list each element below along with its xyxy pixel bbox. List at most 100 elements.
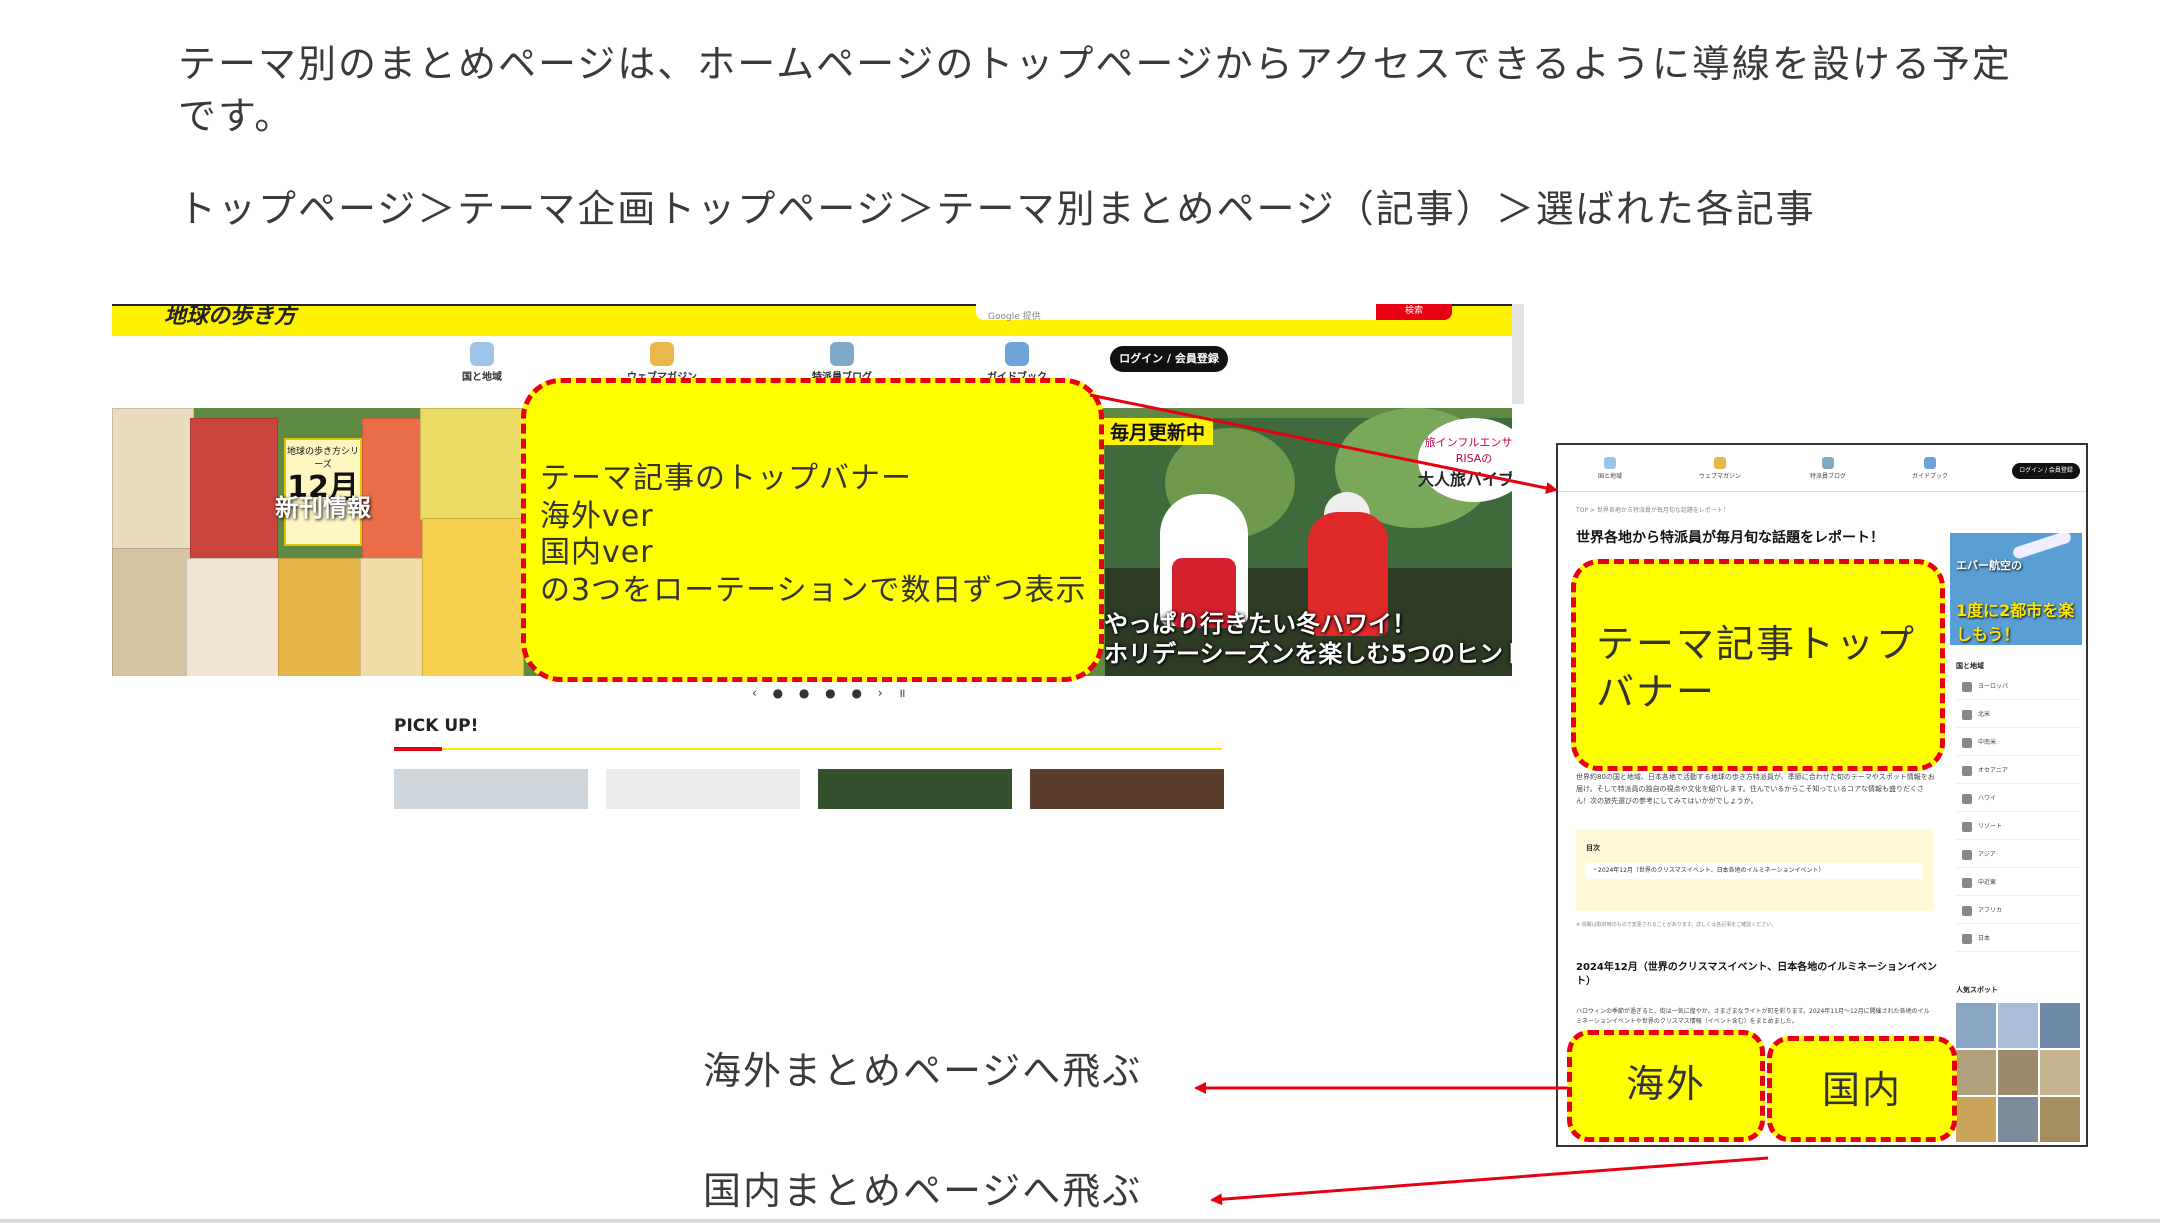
side-item-north-america[interactable]: 北米 — [1956, 703, 2080, 728]
book-icon — [1924, 457, 1936, 469]
nav-web-magazine[interactable]: ウェブマガジン — [617, 342, 707, 383]
book-cover — [278, 558, 366, 676]
nav-correspondent-blog[interactable]: 特派員ブログ — [1798, 457, 1858, 480]
intro-text: テーマ別のまとめページは、ホームページのトップページからアクセスできるように導線… — [178, 42, 2012, 138]
nav-label: 特派員ブログ — [1809, 473, 1846, 480]
side-item-resort[interactable]: リゾート — [1956, 815, 2080, 840]
nav-label: ウェブマガジン — [1698, 473, 1741, 480]
intro-paragraph: 世界約80の国と地域、日本各地で活動する地球の歩き方特派員が、季節に合わせた旬の… — [1576, 773, 1935, 805]
spot-thumbnail[interactable] — [1956, 1003, 1996, 1048]
navigation-flow-text: トップページ＞テーマ企画トップページ＞テーマ別まとめページ（記事）＞選ばれた各記… — [178, 187, 1816, 231]
side-item-label: 中南米 — [1978, 739, 1997, 746]
pickup-thumbnail[interactable] — [606, 769, 800, 809]
side-item-asia[interactable]: アジア — [1956, 843, 2080, 868]
region-icon — [1962, 933, 1972, 944]
region-icon — [1962, 905, 1972, 916]
book-cover — [112, 408, 194, 550]
spot-thumbnail[interactable] — [1998, 1097, 2038, 1142]
book-cover — [112, 548, 194, 676]
pickup-heading: PICK UP! — [394, 716, 479, 736]
magazine-icon — [1714, 457, 1726, 469]
section-paragraph: ハロウィンの季節が過ぎると、街は一気に煌やか。さまざまなライトが町を彩ります。2… — [1576, 1008, 1930, 1025]
side-item-oceania[interactable]: オセアニア — [1956, 759, 2080, 784]
side-item-label: 日本 — [1978, 935, 1991, 942]
carousel-controls[interactable]: ‹ ● ● ● ● › ॥ — [752, 684, 912, 701]
update-label: 毎月更新中 — [1102, 418, 1214, 445]
pickup-accent — [394, 747, 442, 751]
domestic-jump-label: 国内まとめページへ飛ぶ — [703, 1169, 1143, 1213]
airplane-icon — [2011, 533, 2073, 560]
nav-label: 国と地域 — [462, 372, 502, 383]
nav-label: ガイドブック — [1911, 473, 1948, 480]
nav-web-magazine[interactable]: ウェブマガジン — [1690, 457, 1750, 480]
spot-thumbnail[interactable] — [1956, 1050, 1996, 1095]
blog-icon — [1822, 457, 1834, 469]
region-icon — [1962, 765, 1972, 776]
breadcrumb[interactable]: TOP > 世界各地から特派員が毎月旬な話題をレポート！ — [1576, 505, 1729, 514]
pickup-thumbnail[interactable] — [394, 769, 588, 809]
callout-line: の3つをローテーションで数日ずつ表示 — [540, 573, 1087, 608]
bottom-rule — [0, 1219, 2160, 1223]
side-item-label: オセアニア — [1978, 767, 2008, 774]
magazine-icon — [650, 342, 674, 366]
theme-banner-callout: テーマ記事トップバナー — [1571, 559, 1945, 771]
region-icon — [1962, 849, 1972, 860]
region-icon — [1962, 737, 1972, 748]
nav-countries[interactable]: 国と地域 — [437, 342, 527, 383]
scrollbar[interactable] — [1512, 304, 1524, 404]
influencer-badge: 旅インフルエンサー RISAの 大人旅バイブル — [1418, 418, 1512, 502]
search-placeholder: Google 提供 — [988, 312, 1041, 322]
spot-thumbnail[interactable] — [1956, 1097, 1996, 1142]
region-icon — [1962, 793, 1972, 804]
toc-link[interactable]: ・2024年12月（世界のクリスマスイベント、日本各地のイルミネーションイベント… — [1586, 863, 1922, 879]
login-button[interactable]: ログイン / 会員登録 — [2012, 463, 2080, 479]
spot-thumbnail[interactable] — [2040, 1003, 2080, 1048]
region-icon — [1962, 709, 1972, 720]
popular-spots-grid — [1956, 1003, 2080, 1143]
book-cover — [186, 558, 284, 676]
overseas-jump-label: 海外まとめページへ飛ぶ — [703, 1049, 1143, 1093]
toc-heading: 目次 — [1586, 844, 1600, 852]
side-item-label: リゾート — [1978, 823, 2003, 830]
region-icon — [1962, 681, 1972, 692]
globe-icon — [1604, 457, 1616, 469]
callout-text: テーマ記事トップバナー — [1596, 622, 1917, 714]
spot-thumbnail[interactable] — [2040, 1050, 2080, 1095]
login-button[interactable]: ログイン / 会員登録 — [1110, 346, 1228, 372]
section-title: 2024年12月（世界のクリスマスイベント、日本各地のイルミネーションイベント） — [1576, 962, 1938, 987]
callout-text: 国内 — [1821, 1068, 1902, 1112]
side-item-middle-east[interactable]: 中近東 — [1956, 871, 2080, 896]
banner-line2: 1度に2都市を楽しもう！ — [1956, 601, 2075, 644]
side-item-label: アジア — [1978, 851, 1996, 858]
nav-guidebook[interactable]: ガイドブック — [1900, 457, 1960, 480]
region-icon — [1962, 821, 1972, 832]
side-item-latin-america[interactable]: 中南米 — [1956, 731, 2080, 756]
series-tag-text: 地球の歩き方シリーズ — [286, 447, 359, 470]
side-item-africa[interactable]: アフリカ — [1956, 899, 2080, 924]
pickup-thumbnail[interactable] — [818, 769, 1012, 809]
side-item-japan[interactable]: 日本 — [1956, 927, 2080, 952]
book-icon — [1005, 342, 1029, 366]
arrow-domestic — [1210, 1156, 1769, 1206]
spot-thumbnail[interactable] — [1998, 1050, 2038, 1095]
side-item-label: アフリカ — [1978, 907, 2003, 914]
nav-countries[interactable]: 国と地域 — [1580, 457, 1640, 480]
top-banner-callout: テーマ記事のトップバナー 海外ver 国内ver の3つをローテーションで数日ず… — [521, 378, 1104, 682]
search-button[interactable]: 検索 — [1376, 304, 1452, 320]
side-item-hawaii[interactable]: ハワイ — [1956, 787, 2080, 812]
spot-thumbnail[interactable] — [2040, 1097, 2080, 1142]
note-text: ※ 情報は取材時のもので変更されることがあります。詳しくは各記事をご確認ください… — [1576, 922, 1777, 928]
nav-guidebook[interactable]: ガイドブック — [972, 342, 1062, 383]
nav-correspondent-blog[interactable]: 特派員ブログ — [797, 342, 887, 383]
region-icon — [1962, 877, 1972, 888]
page-title: 世界各地から特派員が毎月旬な話題をレポート！ — [1576, 530, 1884, 546]
spot-thumbnail[interactable] — [1998, 1003, 2038, 1048]
pickup-thumbnail[interactable] — [1030, 769, 1224, 809]
side-item-europe[interactable]: ヨーロッパ — [1956, 675, 2080, 700]
book-cover — [190, 418, 278, 560]
side-item-label: ハワイ — [1978, 795, 1997, 802]
side-item-label: 北米 — [1978, 711, 1991, 718]
badge-title: 大人旅バイブル — [1418, 470, 1512, 489]
side-ad-banner[interactable]: エバー航空の 1度に2都市を楽しもう！ — [1950, 533, 2082, 645]
nav-label: 国と地域 — [1597, 473, 1622, 480]
